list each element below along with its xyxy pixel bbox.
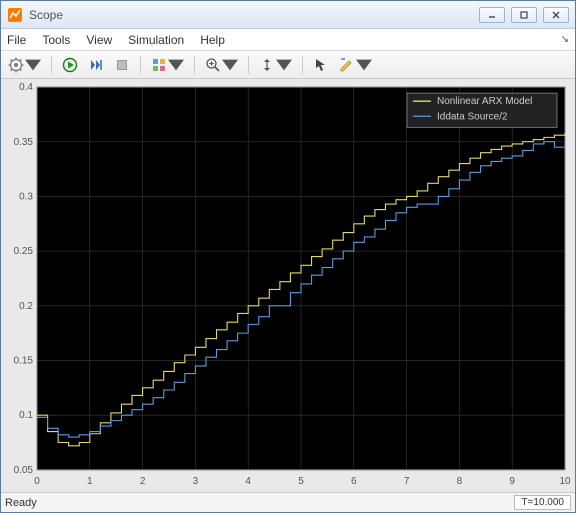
settings-button[interactable] xyxy=(5,54,44,76)
menu-simulation[interactable]: Simulation xyxy=(128,33,184,47)
svg-text:9: 9 xyxy=(509,476,515,487)
svg-text:7: 7 xyxy=(404,476,410,487)
svg-text:0.3: 0.3 xyxy=(19,191,33,202)
zoom-button[interactable] xyxy=(202,54,241,76)
svg-text:1: 1 xyxy=(87,476,93,487)
svg-text:Nonlinear ARX Model: Nonlinear ARX Model xyxy=(437,96,532,107)
svg-text:0.35: 0.35 xyxy=(14,137,34,148)
window-title: Scope xyxy=(29,8,479,22)
step-forward-button[interactable] xyxy=(85,54,107,76)
status-time: T=10.000 xyxy=(514,495,571,510)
svg-text:0.15: 0.15 xyxy=(14,355,34,366)
scale-axes-button[interactable] xyxy=(256,54,295,76)
svg-text:0.4: 0.4 xyxy=(19,82,33,93)
svg-text:Iddata Source/2: Iddata Source/2 xyxy=(437,111,508,122)
svg-text:10: 10 xyxy=(559,476,571,487)
svg-text:0: 0 xyxy=(34,476,40,487)
app-icon xyxy=(7,7,23,23)
toolbar xyxy=(1,51,575,79)
plot-area[interactable]: 0 1 2 3 4 5 6 7 8 9 10 0.05 0.1 0.15 0.2 0.25 0.3 0.35 0.4… xyxy=(1,79,575,492)
menu-help[interactable]: Help xyxy=(200,33,225,47)
menu-view[interactable]: View xyxy=(86,33,112,47)
svg-text:6: 6 xyxy=(351,476,357,487)
stop-button[interactable] xyxy=(111,54,133,76)
menu-tools[interactable]: Tools xyxy=(42,33,70,47)
dock-corner-icon[interactable]: ↘ xyxy=(561,34,569,45)
svg-text:0.1: 0.1 xyxy=(19,410,33,421)
svg-text:0.2: 0.2 xyxy=(19,301,33,312)
minimize-button[interactable] xyxy=(479,7,505,23)
scope-window: Scope File Tools View Simulation Help ↘ xyxy=(0,0,576,513)
svg-text:4: 4 xyxy=(245,476,251,487)
status-ready: Ready xyxy=(5,497,37,509)
svg-text:0.25: 0.25 xyxy=(14,246,34,257)
svg-text:5: 5 xyxy=(298,476,304,487)
annotate-button[interactable] xyxy=(336,54,375,76)
close-button[interactable] xyxy=(543,7,569,23)
svg-text:3: 3 xyxy=(193,476,199,487)
svg-text:2: 2 xyxy=(140,476,146,487)
highlight-button[interactable] xyxy=(148,54,187,76)
svg-text:8: 8 xyxy=(457,476,463,487)
maximize-button[interactable] xyxy=(511,7,537,23)
statusbar: Ready T=10.000 xyxy=(1,492,575,512)
menu-file[interactable]: File xyxy=(7,33,26,47)
titlebar[interactable]: Scope xyxy=(1,1,575,29)
cursor-measure-button[interactable] xyxy=(310,54,332,76)
svg-text:0.05: 0.05 xyxy=(14,465,34,476)
window-buttons xyxy=(479,7,569,23)
run-button[interactable] xyxy=(59,54,81,76)
menubar: File Tools View Simulation Help ↘ xyxy=(1,29,575,51)
